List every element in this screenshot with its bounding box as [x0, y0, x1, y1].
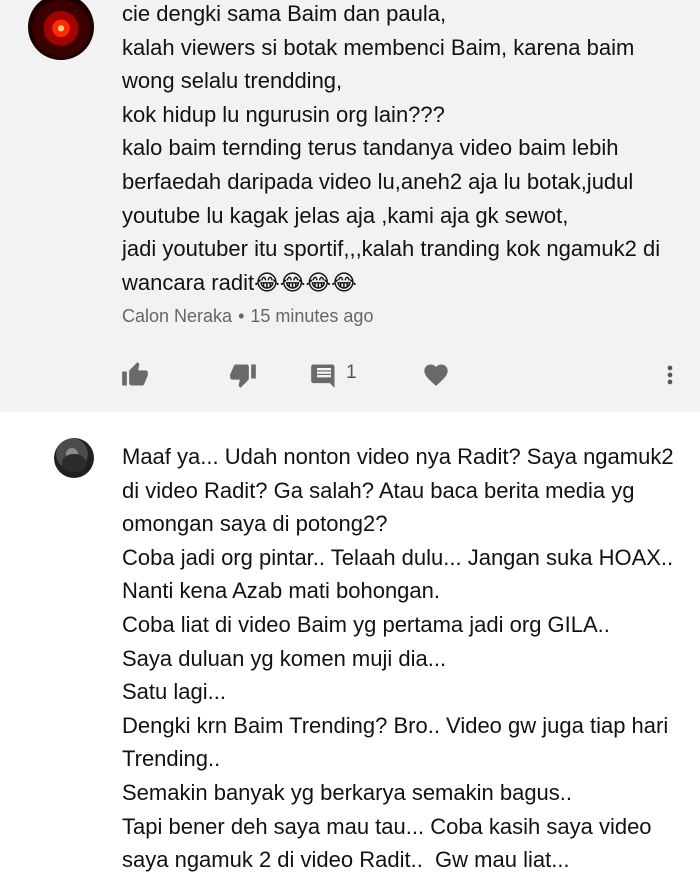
- comment-actions: 1: [0, 355, 700, 395]
- user-avatar[interactable]: [28, 0, 94, 60]
- thumbs-down-icon[interactable]: [223, 355, 263, 395]
- thumbs-up-icon[interactable]: [115, 355, 155, 395]
- comment-icon[interactable]: [304, 355, 344, 395]
- separator-dot: •: [238, 306, 245, 326]
- comment-meta: Calon Neraka • 15 minutes ago: [122, 306, 373, 327]
- comment-time: 15 minutes ago: [250, 306, 374, 326]
- comment-card: cie dengki sama Baim dan paula, kalah vi…: [0, 0, 700, 413]
- reply-avatar[interactable]: [54, 438, 94, 478]
- reply-text: Maaf ya... Udah nonton video nya Radit? …: [122, 444, 674, 873]
- heart-icon[interactable]: [416, 355, 456, 395]
- reply-count[interactable]: 1: [346, 362, 357, 384]
- comment-text: cie dengki sama Baim dan paula, kalah vi…: [122, 1, 661, 295]
- more-vertical-icon[interactable]: [650, 355, 690, 395]
- comment-author[interactable]: Calon Neraka: [122, 306, 232, 326]
